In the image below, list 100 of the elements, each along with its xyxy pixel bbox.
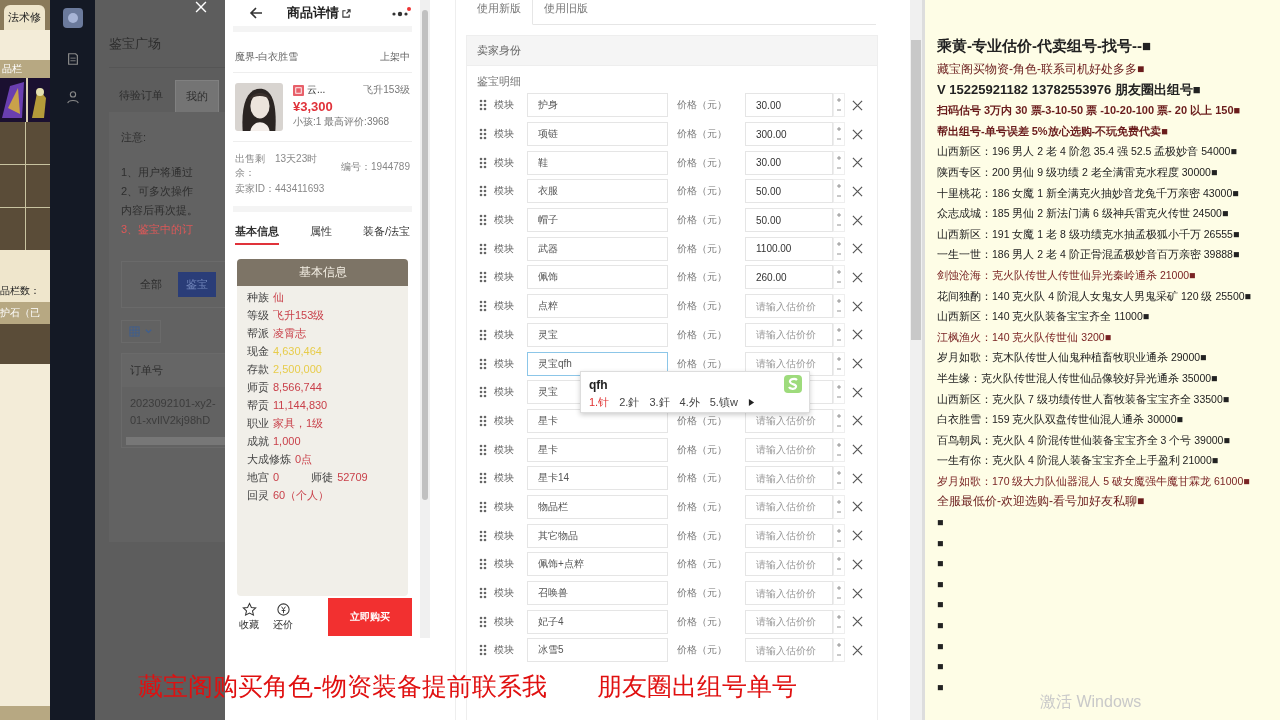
close-icon[interactable] [852, 415, 863, 427]
close-icon[interactable] [852, 616, 863, 628]
close-icon[interactable] [852, 386, 863, 398]
document-icon[interactable] [65, 52, 80, 66]
candidate[interactable]: 2.針 [619, 395, 640, 410]
app-logo-icon[interactable] [62, 8, 83, 28]
user-icon[interactable] [65, 90, 80, 104]
candidate[interactable]: 4.外 [679, 395, 700, 410]
drag-handle-icon[interactable] [479, 529, 487, 542]
input-field[interactable]: 请输入估价价 [745, 609, 833, 634]
close-icon[interactable] [852, 472, 863, 484]
input-field[interactable]: 星卡14 [527, 466, 668, 491]
close-icon[interactable] [852, 243, 863, 255]
candidate[interactable]: 3.釬 [649, 395, 670, 410]
close-icon[interactable] [852, 587, 863, 599]
drag-handle-icon[interactable] [479, 214, 487, 227]
next-arrow-icon[interactable] [747, 398, 755, 407]
drag-handle-icon[interactable] [479, 472, 487, 485]
input-field[interactable]: 请输入估价价 [745, 581, 833, 606]
candidate[interactable]: 1.针 [589, 395, 610, 410]
input-field[interactable]: 护身 [527, 93, 668, 118]
drag-handle-icon[interactable] [479, 156, 487, 169]
input-field[interactable]: 灵宝qfh [527, 351, 668, 376]
drag-handle-icon[interactable] [479, 500, 487, 513]
action-button[interactable]: 还价 [273, 602, 293, 632]
input-field[interactable]: 项链 [527, 122, 668, 147]
close-icon[interactable] [852, 157, 863, 169]
close-icon[interactable] [852, 444, 863, 456]
close-icon[interactable] [852, 501, 863, 513]
input-field[interactable]: 1100.00 [745, 236, 833, 261]
close-icon[interactable] [852, 300, 863, 312]
game-tab[interactable]: 法术修 [4, 5, 45, 30]
candidate[interactable]: 5.镇w [709, 395, 738, 410]
close-icon[interactable] [852, 271, 863, 283]
more-icon[interactable] [390, 7, 412, 19]
drag-handle-icon[interactable] [479, 615, 487, 628]
input-field[interactable]: 260.00 [745, 265, 833, 290]
input-field[interactable]: 30.00 [745, 150, 833, 175]
drag-handle-icon[interactable] [479, 587, 487, 600]
buy-button[interactable]: 立即购买 [328, 598, 412, 636]
inventory-slot[interactable] [25, 165, 50, 207]
input-field[interactable]: 物品栏 [527, 494, 668, 519]
tab[interactable]: 属性 [309, 224, 332, 245]
external-link-icon[interactable] [342, 8, 351, 18]
input-field[interactable]: 点粹 [527, 294, 668, 319]
drag-handle-icon[interactable] [479, 99, 487, 112]
drag-handle-icon[interactable] [479, 386, 487, 399]
drag-handle-icon[interactable] [479, 414, 487, 427]
drag-handle-icon[interactable] [479, 357, 487, 370]
tab[interactable]: 基本信息 [235, 224, 279, 245]
close-icon[interactable] [852, 99, 863, 111]
scrollbar-thumb[interactable] [422, 10, 428, 500]
action-button[interactable]: 收藏 [239, 602, 259, 632]
drag-handle-icon[interactable] [479, 242, 487, 255]
input-field[interactable]: 鞋 [527, 150, 668, 175]
close-icon[interactable] [852, 644, 863, 656]
input-field[interactable]: 佩饰+点粹 [527, 552, 668, 577]
input-field[interactable]: 其它物品 [527, 523, 668, 548]
drag-handle-icon[interactable] [479, 185, 487, 198]
input-field[interactable]: 冰雪5 [527, 638, 668, 663]
close-icon[interactable] [852, 214, 863, 226]
input-field[interactable]: 请输入估价价 [745, 322, 833, 347]
inventory-slot[interactable] [25, 208, 50, 250]
drag-handle-icon[interactable] [479, 300, 487, 313]
input-field[interactable]: 50.00 [745, 208, 833, 233]
inventory-slot[interactable] [25, 122, 50, 164]
close-icon[interactable] [852, 329, 863, 341]
drag-handle-icon[interactable] [479, 128, 487, 141]
input-field[interactable]: 300.00 [745, 122, 833, 147]
input-field[interactable]: 请输入估价价 [745, 466, 833, 491]
input-field[interactable]: 召唤兽 [527, 581, 668, 606]
input-field[interactable]: 帽子 [527, 208, 668, 233]
scrollbar[interactable] [126, 437, 225, 445]
close-icon[interactable] [852, 185, 863, 197]
input-field[interactable]: 请输入估价价 [745, 638, 833, 663]
tab[interactable]: 使用旧版 [533, 0, 599, 24]
input-field[interactable]: 衣服 [527, 179, 668, 204]
close-icon[interactable] [852, 358, 863, 370]
input-field[interactable]: 请输入估价价 [745, 494, 833, 519]
input-field[interactable]: 请输入估价价 [745, 437, 833, 462]
input-field[interactable]: 星卡 [527, 437, 668, 462]
close-icon[interactable] [852, 558, 863, 570]
scrollbar-thumb[interactable] [911, 40, 921, 340]
drag-handle-icon[interactable] [479, 328, 487, 341]
drag-handle-icon[interactable] [479, 558, 487, 571]
drag-handle-icon[interactable] [479, 271, 487, 284]
input-field[interactable]: 妃子4 [527, 609, 668, 634]
input-field[interactable]: 灵宝 [527, 322, 668, 347]
input-field[interactable]: 30.00 [745, 93, 833, 118]
close-icon[interactable] [852, 530, 863, 542]
tab[interactable]: 使用新版 [466, 0, 533, 25]
tab[interactable]: 装备/法宝 [362, 224, 410, 245]
input-field[interactable]: 50.00 [745, 179, 833, 204]
drag-handle-icon[interactable] [479, 443, 487, 456]
drag-handle-icon[interactable] [479, 644, 487, 657]
input-field[interactable]: 佩饰 [527, 265, 668, 290]
input-field[interactable]: 请输入估价价 [745, 294, 833, 319]
input-field[interactable]: 请输入估价价 [745, 552, 833, 577]
close-icon[interactable] [852, 128, 863, 140]
input-field[interactable]: 请输入估价价 [745, 523, 833, 548]
